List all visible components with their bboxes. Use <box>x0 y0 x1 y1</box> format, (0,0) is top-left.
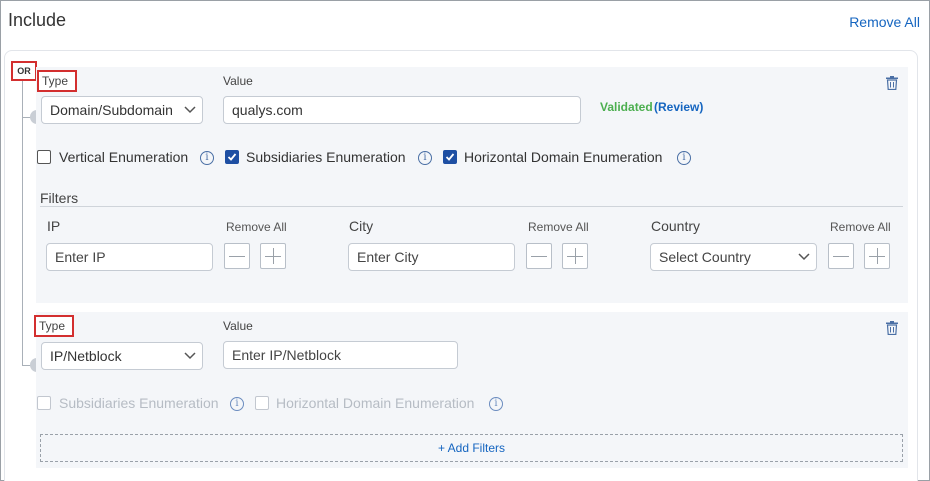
tree-connector <box>22 79 23 365</box>
country-filter-select[interactable]: Select Country <box>650 243 817 271</box>
trash-icon[interactable] <box>886 76 898 90</box>
subsidiaries-enumeration-label: Subsidiaries Enumeration <box>246 149 406 165</box>
info-icon[interactable]: i <box>489 397 503 411</box>
info-icon[interactable]: i <box>200 151 214 165</box>
rule1-value-input[interactable]: qualys.com <box>223 96 581 124</box>
chevron-down-icon <box>798 253 810 261</box>
trash-icon[interactable] <box>886 321 898 335</box>
rule2-type-selected: IP/Netblock <box>50 348 122 364</box>
rule1-type-select[interactable]: Domain/Subdomain <box>41 96 203 124</box>
ip-remove-button[interactable] <box>224 243 250 269</box>
ip-add-button[interactable] <box>260 243 286 269</box>
rule2-type-label: Type <box>34 315 74 337</box>
chevron-down-icon <box>184 106 196 114</box>
horizontal-domain-enumeration-label: Horizontal Domain Enumeration <box>464 149 663 165</box>
rule1-type-selected: Domain/Subdomain <box>50 102 173 118</box>
subsidiaries-enumeration-checkbox[interactable] <box>225 150 239 164</box>
rule2-horizontal-domain-enumeration-checkbox[interactable] <box>255 396 269 410</box>
checkmark-icon <box>227 153 237 161</box>
chevron-down-icon <box>184 352 196 360</box>
city-remove-all-link[interactable]: Remove All <box>528 220 589 234</box>
or-operator-badge[interactable]: OR <box>11 61 37 81</box>
checkmark-icon <box>445 153 455 161</box>
city-remove-button[interactable] <box>526 243 552 269</box>
city-add-button[interactable] <box>562 243 588 269</box>
rule1-type-label: Type <box>37 70 77 92</box>
minus-icon <box>833 256 849 257</box>
ip-remove-all-link[interactable]: Remove All <box>226 220 287 234</box>
rule2-value-label: Value <box>223 319 253 333</box>
add-filters-button[interactable]: + Add Filters <box>40 434 903 462</box>
minus-icon <box>531 256 547 257</box>
country-add-button[interactable] <box>864 243 890 269</box>
vertical-enumeration-checkbox[interactable] <box>37 150 51 164</box>
filters-title: Filters <box>40 190 79 206</box>
horizontal-domain-enumeration-checkbox[interactable] <box>443 150 457 164</box>
city-filter-input[interactable]: Enter City <box>348 243 515 271</box>
remove-all-link[interactable]: Remove All <box>849 14 920 30</box>
vertical-enumeration-label: Vertical Enumeration <box>59 149 189 165</box>
ip-filter-input[interactable]: Enter IP <box>46 243 213 271</box>
rule2-type-select[interactable]: IP/Netblock <box>41 342 203 370</box>
review-link[interactable]: (Review) <box>654 100 703 114</box>
rule2-value-input[interactable]: Enter IP/Netblock <box>223 341 458 369</box>
filters-divider <box>40 206 903 207</box>
minus-icon <box>229 256 245 257</box>
rule2-horizontal-domain-enumeration-label: Horizontal Domain Enumeration <box>276 395 475 411</box>
validated-status: Validated <box>600 100 653 114</box>
info-icon[interactable]: i <box>418 151 432 165</box>
page-title: Include <box>8 10 67 30</box>
rule2-subsidiaries-enumeration-checkbox[interactable] <box>37 396 51 410</box>
country-remove-button[interactable] <box>828 243 854 269</box>
rule1-value-label: Value <box>223 74 253 88</box>
country-filter-label: Country <box>651 218 701 234</box>
info-icon[interactable]: i <box>677 151 691 165</box>
info-icon[interactable]: i <box>230 397 244 411</box>
city-filter-label: City <box>349 218 374 234</box>
country-select-placeholder: Select Country <box>659 249 751 265</box>
country-remove-all-link[interactable]: Remove All <box>830 220 891 234</box>
rule2-subsidiaries-enumeration-label: Subsidiaries Enumeration <box>59 395 219 411</box>
ip-filter-label: IP <box>47 218 61 234</box>
